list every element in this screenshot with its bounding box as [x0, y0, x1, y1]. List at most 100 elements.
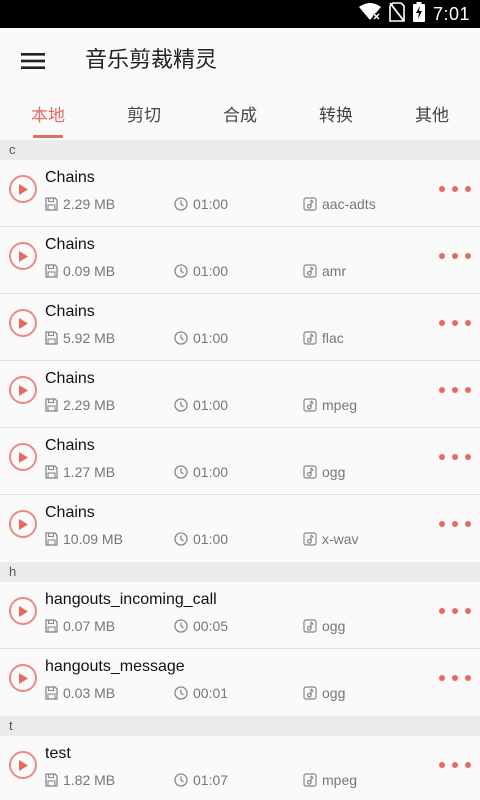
file-format: mpeg	[303, 772, 357, 788]
music-note-icon	[303, 465, 317, 479]
play-icon[interactable]	[9, 376, 37, 404]
more-dot	[465, 608, 471, 614]
tab-bar: 本地 剪切 合成 转换 其他	[0, 94, 480, 140]
more-dot	[465, 675, 471, 681]
file-size-value: 10.09 MB	[63, 531, 123, 547]
save-disk-icon	[45, 465, 58, 479]
list-item[interactable]: Chains 10.09 MB 01:00 x-wav	[0, 495, 480, 562]
tab-cut[interactable]: 剪切	[96, 94, 192, 140]
more-dot	[452, 454, 458, 460]
more-options-icon[interactable]	[439, 669, 471, 687]
music-note-icon	[303, 532, 317, 546]
clock-icon	[174, 197, 188, 211]
play-icon[interactable]	[9, 443, 37, 471]
duration: 00:05	[174, 618, 228, 634]
audio-file-list[interactable]: c Chains 2.29 MB 01:00 aac-adts Chains 0.09 MB…	[0, 140, 480, 800]
status-bar: 7:01	[0, 0, 480, 28]
list-item[interactable]: Chains 0.09 MB 01:00 amr	[0, 227, 480, 294]
file-format-value: ogg	[322, 618, 346, 634]
file-format: aac-adts	[303, 196, 376, 212]
more-dot	[439, 608, 445, 614]
clock-icon	[174, 773, 188, 787]
tab-other[interactable]: 其他	[384, 94, 480, 140]
file-format-value: flac	[322, 330, 344, 346]
file-size-value: 0.09 MB	[63, 263, 116, 279]
more-dot	[452, 387, 458, 393]
file-size-value: 2.29 MB	[63, 196, 116, 212]
file-format-value: amr	[322, 263, 347, 279]
status-time: 7:01	[432, 3, 470, 24]
list-item[interactable]: test 1.82 MB 01:07 mpeg	[0, 736, 480, 800]
music-note-icon	[303, 686, 317, 700]
play-icon[interactable]	[9, 242, 37, 270]
duration: 01:00	[174, 330, 228, 346]
save-disk-icon	[45, 398, 58, 412]
more-options-icon[interactable]	[439, 756, 471, 774]
app-bar: 音乐剪裁精灵	[0, 28, 480, 94]
item-title: Chains	[45, 437, 95, 454]
status-icons: 7:01	[358, 0, 470, 28]
more-options-icon[interactable]	[439, 448, 471, 466]
tab-convert[interactable]: 转换	[288, 94, 384, 140]
hamburger-menu-icon[interactable]	[14, 42, 52, 80]
music-note-icon	[303, 331, 317, 345]
more-options-icon[interactable]	[439, 247, 471, 265]
more-dot	[439, 521, 445, 527]
more-options-icon[interactable]	[439, 180, 471, 198]
more-options-icon[interactable]	[439, 515, 471, 533]
file-format: flac	[303, 330, 344, 346]
clock-icon	[174, 264, 188, 278]
save-disk-icon	[45, 264, 58, 278]
more-dot	[465, 253, 471, 259]
more-options-icon[interactable]	[439, 314, 471, 332]
duration-value: 00:01	[193, 685, 229, 701]
more-dot	[452, 186, 458, 192]
play-icon[interactable]	[9, 510, 37, 538]
clock-icon	[174, 398, 188, 412]
tab-label: 其他	[415, 106, 449, 126]
duration-value: 01:07	[193, 772, 229, 788]
more-dot	[439, 320, 445, 326]
tab-local[interactable]: 本地	[0, 94, 96, 140]
list-item[interactable]: Chains 5.92 MB 01:00 flac	[0, 294, 480, 361]
file-size-value: 0.03 MB	[63, 685, 116, 701]
list-item[interactable]: hangouts_incoming_call 0.07 MB 00:05 ogg	[0, 582, 480, 649]
clock-icon	[174, 619, 188, 633]
more-options-icon[interactable]	[439, 381, 471, 399]
item-title: hangouts_incoming_call	[45, 591, 217, 608]
tab-label: 合成	[223, 106, 257, 126]
duration-value: 01:00	[193, 397, 229, 413]
item-title: Chains	[45, 169, 95, 186]
section-header: c	[0, 140, 480, 160]
list-item[interactable]: Chains 2.29 MB 01:00 aac-adts	[0, 160, 480, 227]
battery-charging-icon	[412, 2, 425, 26]
play-icon[interactable]	[9, 597, 37, 625]
wifi-icon	[358, 3, 381, 25]
file-format-value: mpeg	[322, 772, 358, 788]
file-size-value: 2.29 MB	[63, 397, 116, 413]
play-icon[interactable]	[9, 751, 37, 779]
tab-merge[interactable]: 合成	[192, 94, 288, 140]
play-icon[interactable]	[9, 664, 37, 692]
file-size-value: 5.92 MB	[63, 330, 116, 346]
more-options-icon[interactable]	[439, 602, 471, 620]
tab-label: 转换	[319, 106, 353, 126]
music-note-icon	[303, 398, 317, 412]
more-dot	[465, 320, 471, 326]
item-title: test	[45, 745, 71, 762]
save-disk-icon	[45, 532, 58, 546]
play-icon[interactable]	[9, 309, 37, 337]
duration-value: 01:00	[193, 531, 229, 547]
file-format: ogg	[303, 464, 345, 480]
file-size: 1.82 MB	[45, 772, 115, 788]
play-icon[interactable]	[9, 175, 37, 203]
list-item[interactable]: Chains 1.27 MB 01:00 ogg	[0, 428, 480, 495]
duration: 01:00	[174, 531, 228, 547]
item-title: Chains	[45, 303, 95, 320]
duration-value: 01:00	[193, 263, 229, 279]
duration-value: 01:00	[193, 196, 229, 212]
save-disk-icon	[45, 619, 58, 633]
list-item[interactable]: hangouts_message 0.03 MB 00:01 ogg	[0, 649, 480, 716]
list-item[interactable]: Chains 2.29 MB 01:00 mpeg	[0, 361, 480, 428]
duration: 01:07	[174, 772, 228, 788]
